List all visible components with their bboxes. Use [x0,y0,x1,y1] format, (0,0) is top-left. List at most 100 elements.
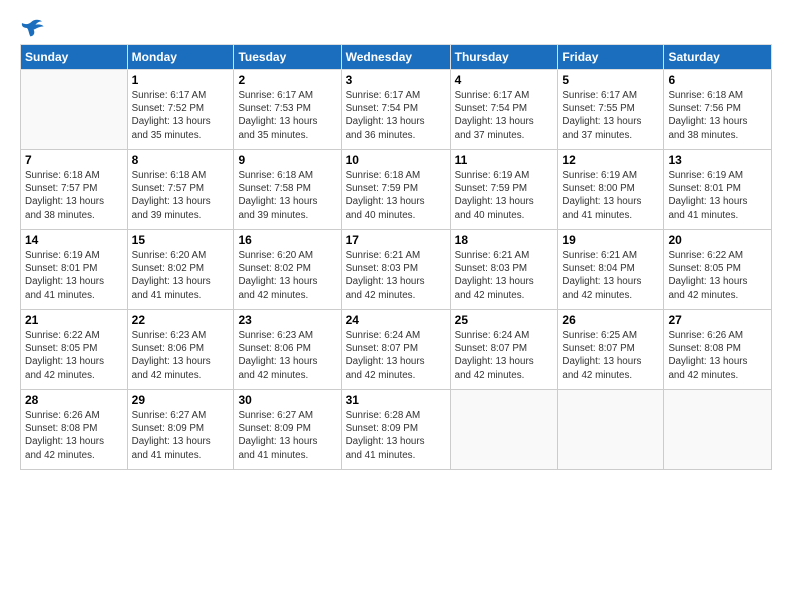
day-info: Sunrise: 6:25 AM Sunset: 8:07 PM Dayligh… [562,329,659,382]
day-info: Sunrise: 6:17 AM Sunset: 7:54 PM Dayligh… [455,89,554,142]
calendar-cell: 8 Sunrise: 6:18 AM Sunset: 7:57 PM Daylig… [127,150,234,230]
calendar-table: SundayMondayTuesdayWednesdayThursdayFrid… [20,44,772,470]
calendar-cell [558,390,664,470]
calendar-cell: 11 Sunrise: 6:19 AM Sunset: 7:59 PM Dayli… [450,150,558,230]
day-info: Sunrise: 6:17 AM Sunset: 7:53 PM Dayligh… [238,89,336,142]
day-number: 6 [668,73,767,87]
calendar-cell: 18 Sunrise: 6:21 AM Sunset: 8:03 PM Dayli… [450,230,558,310]
day-info: Sunrise: 6:18 AM Sunset: 7:57 PM Dayligh… [132,169,230,222]
day-info: Sunrise: 6:19 AM Sunset: 7:59 PM Dayligh… [455,169,554,222]
day-info: Sunrise: 6:18 AM Sunset: 7:59 PM Dayligh… [346,169,446,222]
calendar-cell: 29 Sunrise: 6:27 AM Sunset: 8:09 PM Dayli… [127,390,234,470]
calendar-cell [450,390,558,470]
day-info: Sunrise: 6:20 AM Sunset: 8:02 PM Dayligh… [238,249,336,302]
day-number: 8 [132,153,230,167]
calendar-cell: 10 Sunrise: 6:18 AM Sunset: 7:59 PM Dayli… [341,150,450,230]
day-number: 23 [238,313,336,327]
day-info: Sunrise: 6:27 AM Sunset: 8:09 PM Dayligh… [132,409,230,462]
calendar-cell: 12 Sunrise: 6:19 AM Sunset: 8:00 PM Dayli… [558,150,664,230]
calendar-cell: 26Sunrise: 6:25 AM Sunset: 8:07 PM Dayli… [558,310,664,390]
calendar-cell: 21 Sunrise: 6:22 AM Sunset: 8:05 PM Dayli… [21,310,128,390]
day-number: 3 [346,73,446,87]
day-number: 16 [238,233,336,247]
calendar-cell: 3 Sunrise: 6:17 AM Sunset: 7:54 PM Daylig… [341,70,450,150]
day-info: Sunrise: 6:22 AM Sunset: 8:05 PM Dayligh… [668,249,767,302]
day-info: Sunrise: 6:17 AM Sunset: 7:52 PM Dayligh… [132,89,230,142]
calendar-cell: 27Sunrise: 6:26 AM Sunset: 8:08 PM Dayli… [664,310,772,390]
week-row-4: 21 Sunrise: 6:22 AM Sunset: 8:05 PM Dayli… [21,310,772,390]
day-info: Sunrise: 6:18 AM Sunset: 7:57 PM Dayligh… [25,169,123,222]
day-number: 2 [238,73,336,87]
week-row-2: 7 Sunrise: 6:18 AM Sunset: 7:57 PM Daylig… [21,150,772,230]
calendar-cell: 23 Sunrise: 6:23 AM Sunset: 8:06 PM Dayli… [234,310,341,390]
day-info: Sunrise: 6:27 AM Sunset: 8:09 PM Dayligh… [238,409,336,462]
day-number: 22 [132,313,230,327]
day-number: 9 [238,153,336,167]
calendar-cell [664,390,772,470]
day-number: 19 [562,233,659,247]
day-number: 14 [25,233,123,247]
day-number: 17 [346,233,446,247]
day-info: Sunrise: 6:17 AM Sunset: 7:54 PM Dayligh… [346,89,446,142]
day-number: 11 [455,153,554,167]
day-info: Sunrise: 6:19 AM Sunset: 8:01 PM Dayligh… [668,169,767,222]
calendar-cell: 24Sunrise: 6:24 AM Sunset: 8:07 PM Dayli… [341,310,450,390]
weekday-header-tuesday: Tuesday [234,45,341,70]
day-number: 15 [132,233,230,247]
logo-bird-icon [20,18,44,38]
day-info: Sunrise: 6:18 AM Sunset: 7:58 PM Dayligh… [238,169,336,222]
day-number: 30 [238,393,336,407]
weekday-header-monday: Monday [127,45,234,70]
calendar-cell [21,70,128,150]
day-info: Sunrise: 6:17 AM Sunset: 7:55 PM Dayligh… [562,89,659,142]
day-info: Sunrise: 6:19 AM Sunset: 8:00 PM Dayligh… [562,169,659,222]
calendar-cell: 20Sunrise: 6:22 AM Sunset: 8:05 PM Dayli… [664,230,772,310]
calendar-cell: 31 Sunrise: 6:28 AM Sunset: 8:09 PM Dayli… [341,390,450,470]
logo [20,18,48,38]
weekday-header-sunday: Sunday [21,45,128,70]
calendar-cell: 7 Sunrise: 6:18 AM Sunset: 7:57 PM Daylig… [21,150,128,230]
day-number: 7 [25,153,123,167]
calendar-cell: 16 Sunrise: 6:20 AM Sunset: 8:02 PM Dayli… [234,230,341,310]
calendar-cell: 28 Sunrise: 6:26 AM Sunset: 8:08 PM Dayli… [21,390,128,470]
calendar-cell: 30 Sunrise: 6:27 AM Sunset: 8:09 PM Dayli… [234,390,341,470]
weekday-header-wednesday: Wednesday [341,45,450,70]
day-number: 31 [346,393,446,407]
day-info: Sunrise: 6:23 AM Sunset: 8:06 PM Dayligh… [132,329,230,382]
weekday-header-friday: Friday [558,45,664,70]
calendar-cell: 5 Sunrise: 6:17 AM Sunset: 7:55 PM Daylig… [558,70,664,150]
calendar-cell: 6Sunrise: 6:18 AM Sunset: 7:56 PM Daylig… [664,70,772,150]
day-number: 27 [668,313,767,327]
week-row-1: 1Sunrise: 6:17 AM Sunset: 7:52 PM Daylig… [21,70,772,150]
day-info: Sunrise: 6:22 AM Sunset: 8:05 PM Dayligh… [25,329,123,382]
calendar-cell: 22 Sunrise: 6:23 AM Sunset: 8:06 PM Dayli… [127,310,234,390]
calendar-cell: 1Sunrise: 6:17 AM Sunset: 7:52 PM Daylig… [127,70,234,150]
weekday-header-thursday: Thursday [450,45,558,70]
calendar-cell: 17 Sunrise: 6:21 AM Sunset: 8:03 PM Dayli… [341,230,450,310]
calendar-cell: 13 Sunrise: 6:19 AM Sunset: 8:01 PM Dayli… [664,150,772,230]
weekday-header-row: SundayMondayTuesdayWednesdayThursdayFrid… [21,45,772,70]
day-info: Sunrise: 6:24 AM Sunset: 8:07 PM Dayligh… [455,329,554,382]
calendar-cell: 19Sunrise: 6:21 AM Sunset: 8:04 PM Dayli… [558,230,664,310]
day-number: 5 [562,73,659,87]
day-info: Sunrise: 6:21 AM Sunset: 8:03 PM Dayligh… [455,249,554,302]
day-number: 12 [562,153,659,167]
day-number: 13 [668,153,767,167]
day-info: Sunrise: 6:23 AM Sunset: 8:06 PM Dayligh… [238,329,336,382]
day-info: Sunrise: 6:20 AM Sunset: 8:02 PM Dayligh… [132,249,230,302]
weekday-header-saturday: Saturday [664,45,772,70]
day-number: 21 [25,313,123,327]
calendar-cell: 4 Sunrise: 6:17 AM Sunset: 7:54 PM Daylig… [450,70,558,150]
day-number: 10 [346,153,446,167]
day-info: Sunrise: 6:21 AM Sunset: 8:03 PM Dayligh… [346,249,446,302]
day-number: 18 [455,233,554,247]
calendar-cell: 9 Sunrise: 6:18 AM Sunset: 7:58 PM Daylig… [234,150,341,230]
day-number: 29 [132,393,230,407]
day-number: 28 [25,393,123,407]
day-info: Sunrise: 6:28 AM Sunset: 8:09 PM Dayligh… [346,409,446,462]
header-row [20,18,772,38]
day-number: 4 [455,73,554,87]
day-info: Sunrise: 6:24 AM Sunset: 8:07 PM Dayligh… [346,329,446,382]
calendar-cell: 14Sunrise: 6:19 AM Sunset: 8:01 PM Dayli… [21,230,128,310]
day-info: Sunrise: 6:26 AM Sunset: 8:08 PM Dayligh… [25,409,123,462]
